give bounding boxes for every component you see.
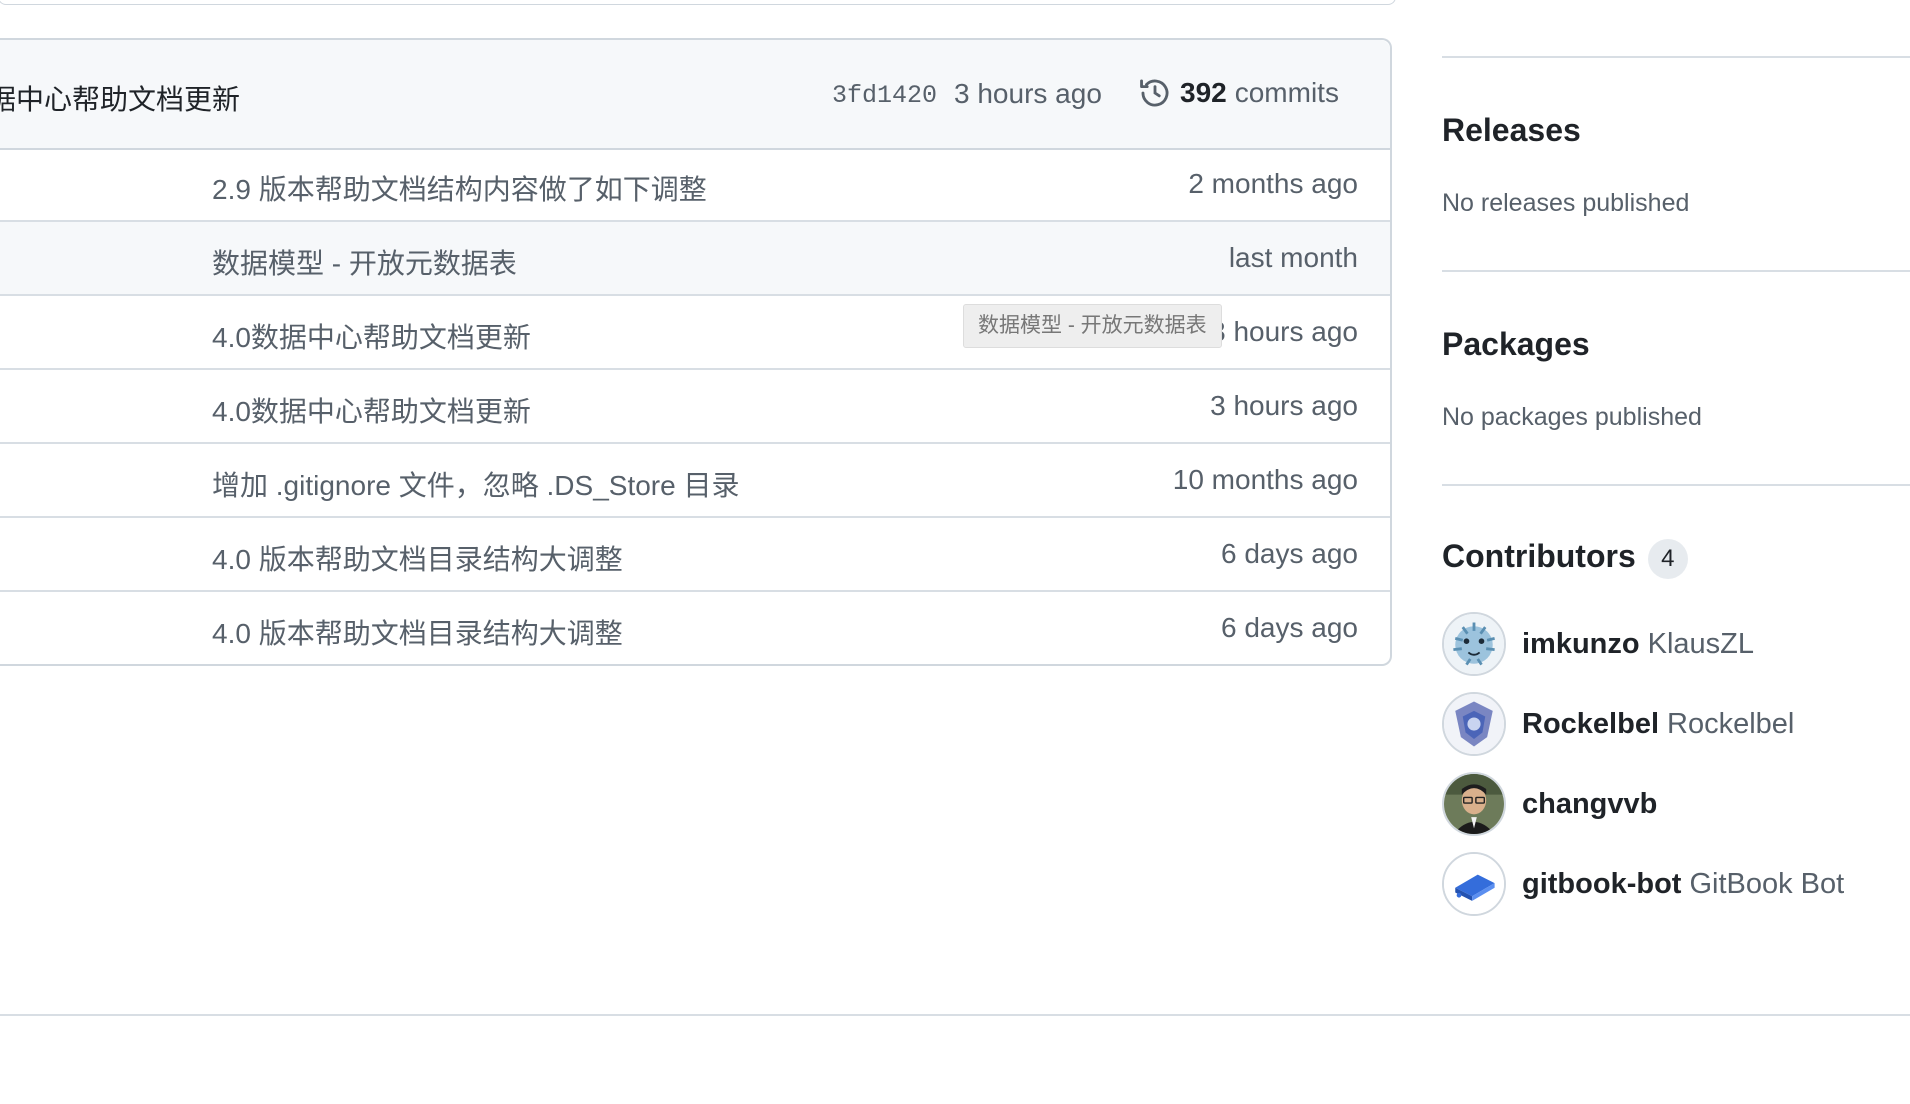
contributor-item[interactable]: imkunzo KlausZL xyxy=(1442,612,1754,676)
file-row[interactable]: 增加 .gitignore 文件，忽略 .DS_Store 目录 10 mont… xyxy=(0,444,1390,518)
packages-empty-text: No packages published xyxy=(1442,403,1702,431)
sidebar-divider xyxy=(1442,56,1910,58)
commit-sha-link[interactable]: 3fd1420 xyxy=(832,81,937,110)
commit-time: 3 hours ago xyxy=(954,78,1102,109)
row-commit-age: 6 days ago xyxy=(1221,538,1358,569)
avatar-imkunzo[interactable] xyxy=(1442,612,1506,676)
contributor-name: KlausZL xyxy=(1647,627,1755,660)
commit-history-link[interactable]: 392 commits xyxy=(1138,76,1339,110)
row-commit-message[interactable]: 4.0 版本帮助文档目录结构大调整 xyxy=(212,612,623,652)
row-commit-age: 2 months ago xyxy=(1188,168,1358,199)
avatar-rockelbel[interactable] xyxy=(1442,692,1506,756)
contributor-login[interactable]: imkunzo xyxy=(1522,628,1640,661)
row-commit-age: 3 hours ago xyxy=(1210,390,1358,421)
contributors-count-badge: 4 xyxy=(1647,538,1688,579)
releases-empty-text: No releases published xyxy=(1442,189,1690,217)
packages-heading[interactable]: Packages xyxy=(1442,326,1590,363)
row-commit-message[interactable]: 增加 .gitignore 文件，忽略 .DS_Store 目录 xyxy=(212,464,739,504)
file-row[interactable]: 4.0数据中心帮助文档更新 3 hours ago xyxy=(0,370,1390,444)
previous-box-edge xyxy=(0,0,1396,5)
sidebar-divider xyxy=(1442,270,1910,272)
file-rows: 2.9 版本帮助文档结构内容做了如下调整 2 months ago 数据模型 -… xyxy=(0,148,1390,666)
row-commit-message[interactable]: 2.9 版本帮助文档结构内容做了如下调整 xyxy=(212,168,707,208)
contributor-login[interactable]: Rockelbel xyxy=(1522,708,1659,741)
contributor-item[interactable]: Rockelbel Rockelbel xyxy=(1442,692,1794,756)
avatar-gitbook-bot[interactable] xyxy=(1442,852,1506,916)
contributor-name: Rockelbel xyxy=(1667,707,1795,740)
file-list-box: 据中心帮助文档更新 3fd1420 3 hours ago 392 commit… xyxy=(0,38,1392,666)
sidebar-divider xyxy=(1442,484,1910,486)
file-row[interactable]: 4.0 版本帮助文档目录结构大调整 6 days ago xyxy=(0,518,1390,592)
repo-sidebar: Releases No releases published Packages … xyxy=(1442,0,1910,1104)
file-row[interactable]: 数据模型 - 开放元数据表 last month xyxy=(0,222,1390,296)
contributor-login[interactable]: gitbook-bot xyxy=(1522,868,1681,901)
row-commit-message[interactable]: 4.0数据中心帮助文档更新 xyxy=(212,316,531,356)
contributor-login[interactable]: changvvb xyxy=(1522,788,1657,821)
contributor-name: GitBook Bot xyxy=(1689,867,1845,900)
latest-commit-bar: 据中心帮助文档更新 3fd1420 3 hours ago 392 commit… xyxy=(0,40,1390,150)
row-commit-message[interactable]: 4.0 版本帮助文档目录结构大调整 xyxy=(212,538,623,578)
commits-label: commits xyxy=(1234,77,1339,108)
commit-message-tooltip: 数据模型 - 开放元数据表 xyxy=(963,304,1222,348)
row-commit-age: 10 months ago xyxy=(1172,464,1358,495)
row-commit-age: 3 hours ago xyxy=(1210,316,1358,347)
row-commit-message[interactable]: 4.0数据中心帮助文档更新 xyxy=(212,390,531,430)
row-commit-age: 6 days ago xyxy=(1221,612,1358,643)
contributors-heading[interactable]: Contributors 4 xyxy=(1442,538,1688,579)
releases-heading[interactable]: Releases xyxy=(1442,112,1581,149)
row-commit-message[interactable]: 数据模型 - 开放元数据表 xyxy=(212,242,517,282)
commit-count: 392 xyxy=(1180,77,1227,108)
footer-divider xyxy=(0,1014,1910,1016)
avatar-changvvb[interactable] xyxy=(1442,772,1506,836)
contributor-item[interactable]: changvvb xyxy=(1442,772,1665,836)
latest-commit-message[interactable]: 据中心帮助文档更新 xyxy=(0,78,240,118)
contributor-item[interactable]: gitbook-bot GitBook Bot xyxy=(1442,852,1844,916)
file-row[interactable]: 2.9 版本帮助文档结构内容做了如下调整 2 months ago xyxy=(0,148,1390,222)
history-icon xyxy=(1140,79,1169,107)
contributors-title: Contributors xyxy=(1442,538,1636,574)
row-commit-age: last month xyxy=(1228,242,1358,273)
file-row[interactable]: 4.0 版本帮助文档目录结构大调整 6 days ago xyxy=(0,592,1390,666)
